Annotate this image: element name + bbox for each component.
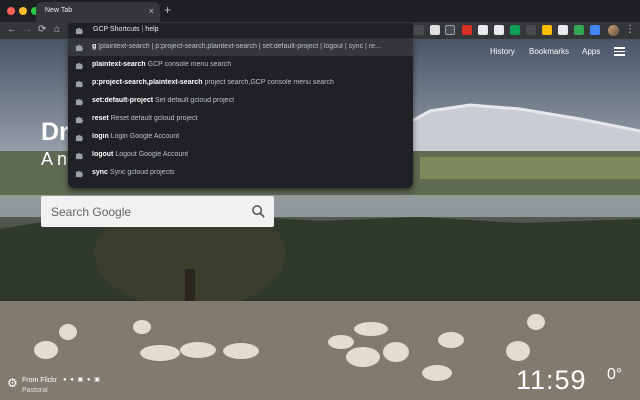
- bookmarks-link[interactable]: Bookmarks: [529, 47, 569, 56]
- puzzle-icon: [75, 80, 84, 88]
- social-icons[interactable]: ● ● ▣ ● ▣: [63, 376, 101, 383]
- omnibox-suggestions: g [plaintext-search | p:project-search,p…: [68, 39, 413, 188]
- tab-strip: New Tab × +: [0, 0, 640, 22]
- forward-icon[interactable]: →: [22, 23, 32, 37]
- suggestion-item[interactable]: reset Reset default gcloud project: [68, 111, 413, 128]
- apps-link[interactable]: Apps: [582, 47, 600, 56]
- extension-icon[interactable]: [445, 25, 455, 35]
- tab-new-tab[interactable]: New Tab ×: [36, 2, 160, 22]
- back-icon[interactable]: ←: [7, 23, 17, 37]
- puzzle-icon: [75, 62, 84, 70]
- puzzle-icon: [75, 152, 84, 160]
- puzzle-icon: [75, 116, 84, 124]
- grid-icon[interactable]: [614, 47, 625, 57]
- puzzle-icon: [75, 170, 84, 178]
- extension-icon[interactable]: [478, 25, 488, 35]
- suggestion-item[interactable]: p:project-search,plaintext-search projec…: [68, 75, 413, 92]
- omnibox[interactable]: GCP Shortcuts | help: [68, 23, 413, 38]
- tab-title: New Tab: [45, 7, 73, 14]
- home-icon[interactable]: ⌂: [54, 23, 60, 37]
- omnibox-keyword: GCP Shortcuts | help: [93, 26, 159, 33]
- suggestion-item[interactable]: g [plaintext-search | p:project-search,p…: [68, 39, 413, 56]
- browser-toolbar: ← → ⟳ ⌂ GCP Shortcuts | help ⋮: [0, 22, 640, 39]
- gear-icon[interactable]: ⚙: [7, 376, 18, 390]
- extension-icon[interactable]: [494, 25, 504, 35]
- puzzle-icon: [75, 27, 84, 35]
- extension-icon[interactable]: [526, 25, 536, 35]
- window-minimize-button[interactable]: [19, 7, 27, 15]
- extension-icon[interactable]: [558, 25, 568, 35]
- search-placeholder: Search Google: [51, 205, 132, 219]
- extension-icon[interactable]: [590, 25, 600, 35]
- clock: 11:59: [516, 365, 587, 395]
- temperature: 0°: [607, 366, 623, 383]
- suggestion-item[interactable]: set:default-project Set default gcloud p…: [68, 93, 413, 110]
- tab-close-icon[interactable]: ×: [149, 5, 154, 17]
- headline-text: Dr: [41, 118, 69, 146]
- puzzle-icon: [75, 98, 84, 106]
- puzzle-icon: [75, 44, 84, 52]
- extension-icon[interactable]: [510, 25, 520, 35]
- suggestion-item[interactable]: login Login Google Account: [68, 129, 413, 146]
- extension-icon[interactable]: [574, 25, 584, 35]
- extension-icon[interactable]: [462, 25, 472, 35]
- puzzle-icon: [75, 134, 84, 142]
- search-icon[interactable]: [251, 204, 266, 219]
- photo-title: Pastoral: [22, 387, 48, 394]
- avatar[interactable]: [608, 25, 619, 36]
- window-close-button[interactable]: [7, 7, 15, 15]
- new-tab-button[interactable]: +: [164, 3, 171, 17]
- search-input[interactable]: Search Google: [41, 196, 274, 227]
- extension-icon[interactable]: [542, 25, 552, 35]
- history-link[interactable]: History: [490, 47, 515, 56]
- reload-icon[interactable]: ⟳: [38, 23, 46, 37]
- extension-icon[interactable]: [430, 25, 440, 35]
- photo-source[interactable]: From Flickr: [22, 377, 57, 384]
- suggestion-item[interactable]: logout Logout Google Account: [68, 147, 413, 164]
- menu-icon[interactable]: ⋮: [625, 23, 635, 37]
- suggestion-item[interactable]: sync Sync gcloud projects: [68, 165, 413, 182]
- suggestion-item[interactable]: plaintext-search GCP console menu search: [68, 57, 413, 74]
- extension-icon[interactable]: [414, 25, 424, 35]
